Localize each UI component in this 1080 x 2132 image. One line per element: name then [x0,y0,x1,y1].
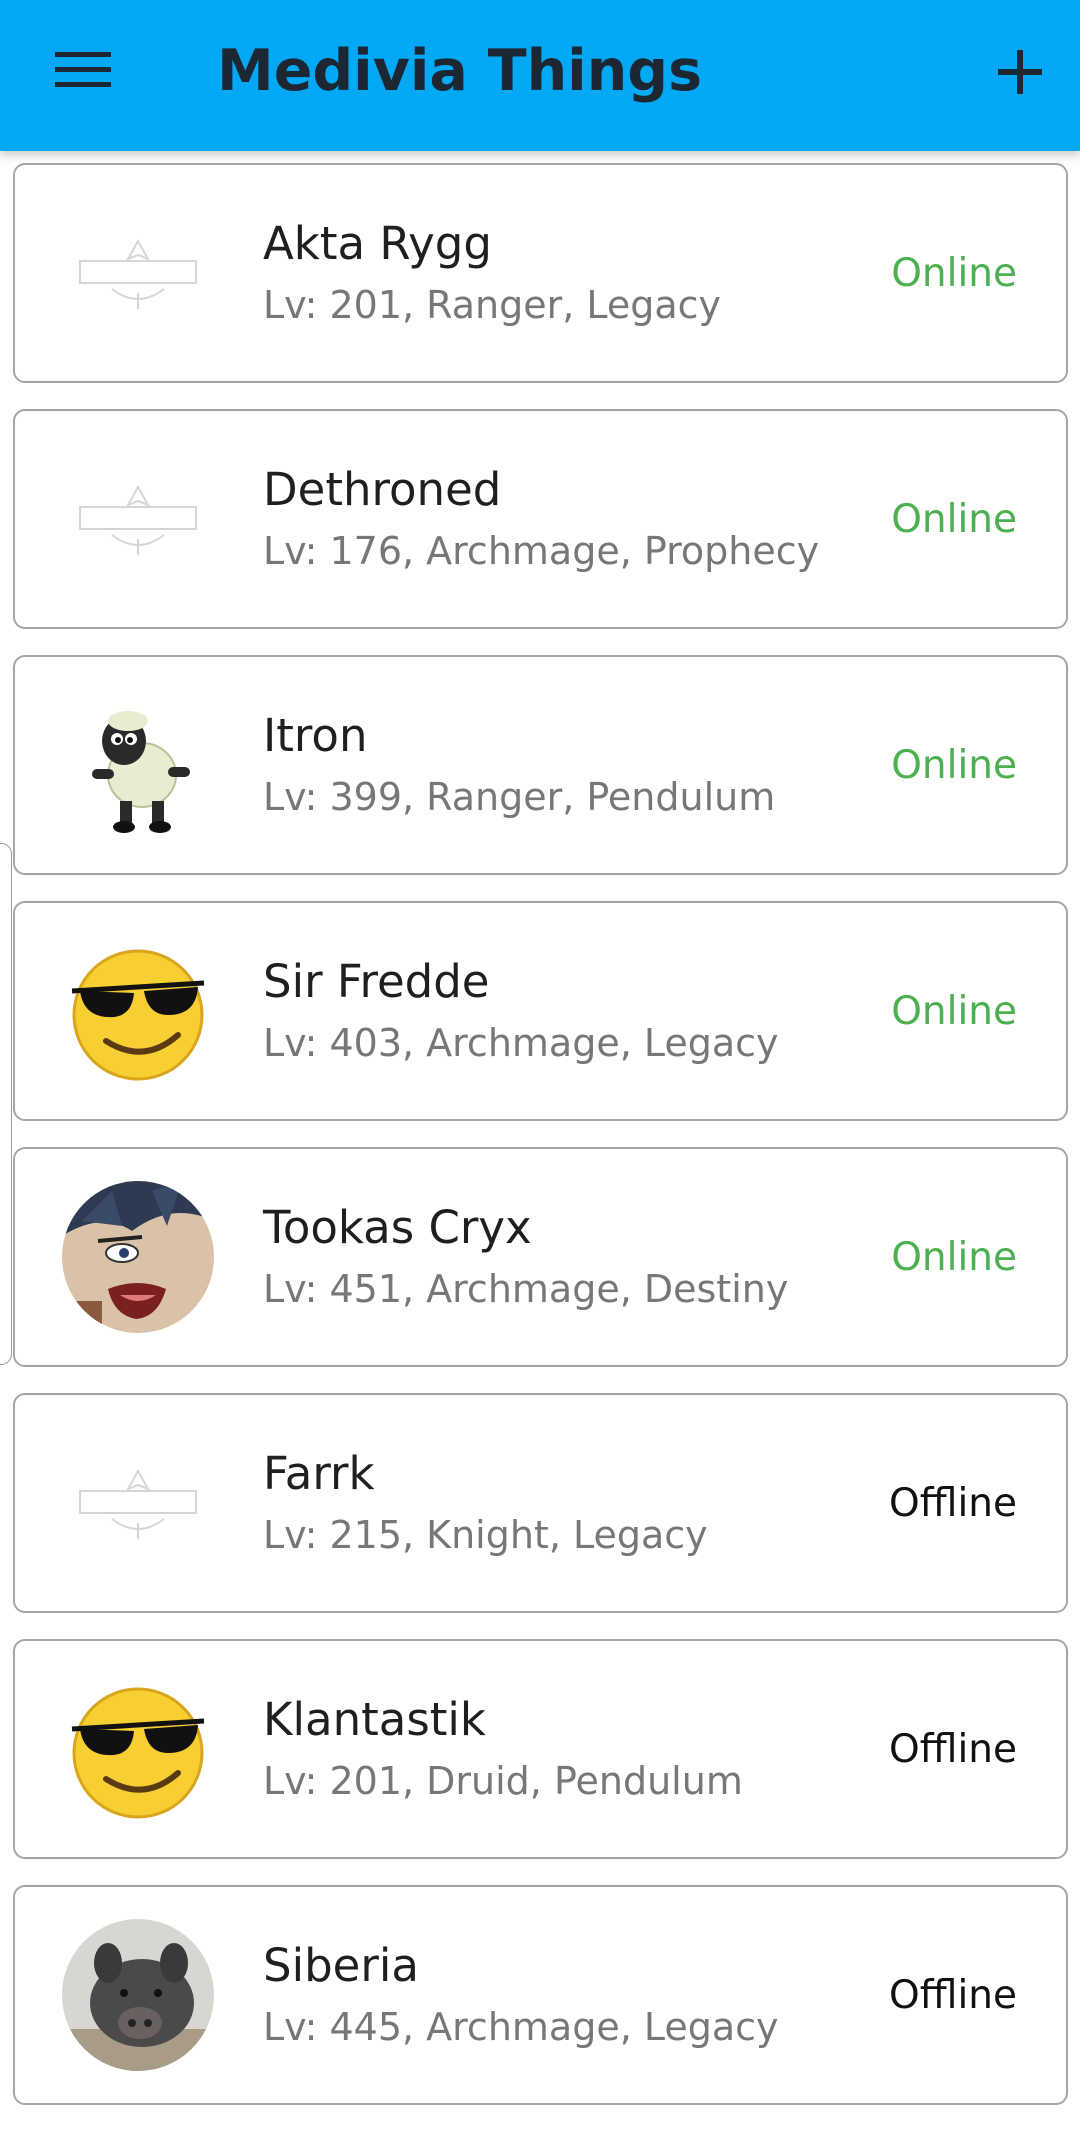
character-name: Sir Fredde [263,955,490,1008]
status-label: Online [891,743,1017,788]
status-label: Offline [889,1727,1017,1772]
app-bar: Medivia Things [0,0,1080,151]
character-card[interactable]: Dethroned Lv: 176, Archmage, Prophecy On… [13,409,1068,629]
medivia-logo-avatar [62,443,214,595]
edge-drawer-handle[interactable] [0,843,12,1365]
character-card[interactable]: Itron Lv: 399, Ranger, Pendulum Online [13,655,1068,875]
character-detail: Lv: 201, Druid, Pendulum [263,1759,743,1803]
boar-photo-avatar [62,1919,214,2071]
character-card[interactable]: Siberia Lv: 445, Archmage, Legacy Offlin… [13,1885,1068,2105]
character-detail: Lv: 451, Archmage, Destiny [263,1267,789,1311]
medivia-logo-avatar [62,1427,214,1579]
character-card[interactable]: Klantastik Lv: 201, Druid, Pendulum Offl… [13,1639,1068,1859]
sheep-plush-avatar [62,689,214,841]
character-card[interactable]: Sir Fredde Lv: 403, Archmage, Legacy Onl… [13,901,1068,1121]
character-name: Siberia [263,1939,419,1992]
sunglasses-smiley-avatar [62,1673,214,1825]
character-card[interactable]: Akta Rygg Lv: 201, Ranger, Legacy Online [13,163,1068,383]
character-name: Akta Rygg [263,217,492,270]
character-detail: Lv: 399, Ranger, Pendulum [263,775,776,819]
character-detail: Lv: 201, Ranger, Legacy [263,283,722,327]
status-label: Online [891,497,1017,542]
character-detail: Lv: 215, Knight, Legacy [263,1513,708,1557]
status-label: Online [891,989,1017,1034]
status-label: Online [891,1235,1017,1280]
status-label: Offline [889,1973,1017,2018]
character-name: Dethroned [263,463,502,516]
status-label: Offline [889,1481,1017,1526]
character-name: Farrk [263,1447,375,1500]
status-label: Online [891,251,1017,296]
character-detail: Lv: 445, Archmage, Legacy [263,2005,779,2049]
anime-face-avatar [62,1181,214,1333]
character-detail: Lv: 176, Archmage, Prophecy [263,529,820,573]
character-card[interactable]: Tookas Cryx Lv: 451, Archmage, Destiny O… [13,1147,1068,1367]
hamburger-menu-icon [55,52,111,87]
character-list: Akta Rygg Lv: 201, Ranger, Legacy Online… [0,163,1080,2131]
character-name: Itron [263,709,368,762]
character-detail: Lv: 403, Archmage, Legacy [263,1021,779,1065]
character-name: Klantastik [263,1693,486,1746]
sunglasses-smiley-avatar [62,935,214,1087]
plus-icon [998,50,1042,94]
menu-button[interactable] [42,37,122,103]
character-name: Tookas Cryx [263,1201,532,1254]
add-character-button[interactable] [982,34,1058,110]
medivia-logo-avatar [62,197,214,349]
character-card[interactable]: Farrk Lv: 215, Knight, Legacy Offline [13,1393,1068,1613]
app-title: Medivia Things [217,38,703,104]
